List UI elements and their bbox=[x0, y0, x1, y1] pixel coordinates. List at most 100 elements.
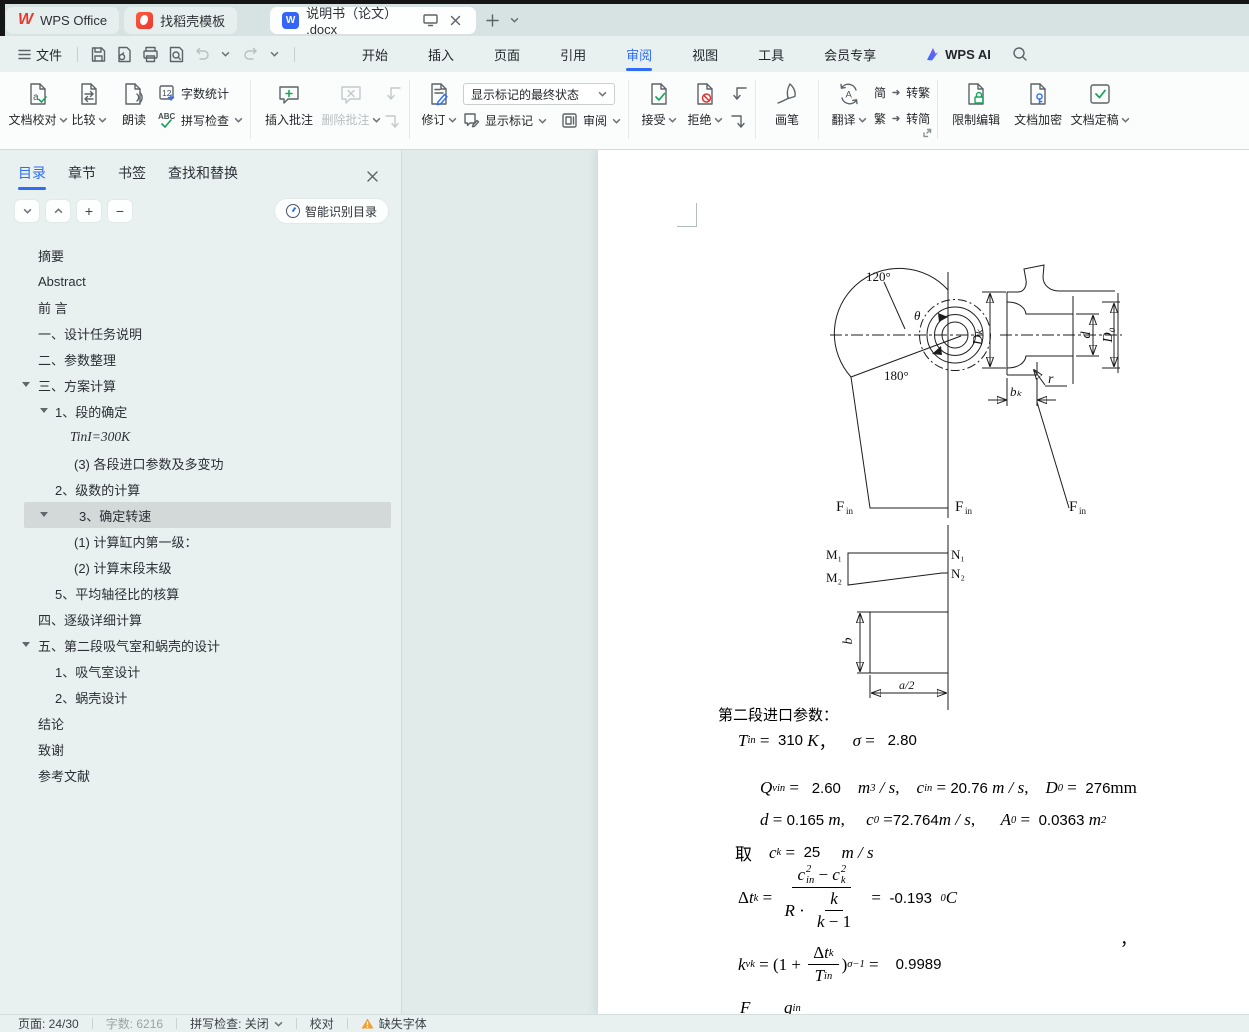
export-pdf-icon[interactable] bbox=[111, 42, 137, 66]
chevron-down-icon bbox=[1121, 117, 1129, 123]
chevron-down-icon[interactable] bbox=[274, 1021, 283, 1027]
formula-ck: 取 ck = 25 m / s bbox=[735, 842, 874, 865]
document-canvas[interactable]: 120° 180° θ F in F in Dₖ d D₀ bₖ r F in … bbox=[402, 150, 1249, 1014]
close-tab-icon[interactable] bbox=[446, 11, 464, 29]
toc-item[interactable]: (3) 各段进口参数及多变功 bbox=[0, 450, 401, 476]
toc-item[interactable]: 2、蜗壳设计 bbox=[0, 684, 401, 710]
accept-icon bbox=[651, 83, 667, 105]
tab-label: 找稻壳模板 bbox=[160, 13, 226, 29]
fig1-label-d: d bbox=[1079, 331, 1094, 339]
delete-comment-button[interactable]: 删除批注 bbox=[320, 74, 382, 128]
toc-item[interactable]: 1、吸气室设计 bbox=[0, 658, 401, 684]
search-icon[interactable] bbox=[1007, 41, 1033, 67]
expand-all-button[interactable] bbox=[14, 199, 40, 223]
encrypt-document-button[interactable]: 文档加密 bbox=[1007, 74, 1069, 128]
present-screen-icon[interactable] bbox=[421, 11, 439, 29]
to-traditional-button[interactable]: 简 转繁 bbox=[874, 84, 930, 101]
toc-item[interactable]: (2) 计算末段末级 bbox=[0, 554, 401, 580]
previous-revision-icon[interactable] bbox=[730, 86, 748, 101]
redo-dropdown-icon[interactable] bbox=[261, 42, 287, 66]
chevron-down-icon bbox=[538, 118, 547, 124]
next-revision-icon[interactable] bbox=[730, 114, 748, 129]
toc-item[interactable]: 2、级数的计算 bbox=[0, 476, 401, 502]
toc-item[interactable]: TinI=300K bbox=[0, 424, 401, 450]
finalize-document-button[interactable]: 文档定稿 bbox=[1069, 74, 1131, 128]
toc-item[interactable]: 四、逐级详细计算 bbox=[0, 606, 401, 632]
toc-item[interactable]: 五、第二段吸气室和蜗壳的设计 bbox=[0, 632, 401, 658]
reject-revision-button[interactable]: 拒绝 bbox=[682, 74, 728, 128]
sidebar-tab[interactable]: 章节 bbox=[68, 151, 96, 195]
doc-proofing-button[interactable]: a 文档校对 bbox=[9, 74, 67, 128]
next-comment-icon[interactable] bbox=[384, 114, 402, 129]
toc-item[interactable]: 3、确定转速 bbox=[24, 502, 391, 528]
collapse-arrow-icon[interactable] bbox=[22, 382, 30, 387]
toc-item[interactable]: 摘要 bbox=[0, 242, 401, 268]
accept-revision-button[interactable]: 接受 bbox=[636, 74, 682, 128]
track-changes-button[interactable]: 修订 bbox=[417, 74, 461, 128]
page-indicator[interactable]: 页面: 24/30 bbox=[18, 1015, 79, 1032]
toc-list: 摘要 Abstract 前 言 一、设计任务说明 二、参数整理 三、方案计算 1… bbox=[0, 234, 401, 1014]
collapse-arrow-icon[interactable] bbox=[22, 642, 30, 647]
print-icon[interactable] bbox=[137, 42, 163, 66]
tab-docer-templates[interactable]: 找稻壳模板 bbox=[124, 6, 238, 34]
wps-ai-button[interactable]: WPS AI bbox=[924, 46, 991, 62]
previous-comment-icon[interactable] bbox=[384, 86, 402, 101]
menu-tab[interactable]: 工具 bbox=[744, 36, 798, 73]
spell-check-button[interactable]: ABC 拼写检查 bbox=[158, 111, 243, 129]
collapse-arrow-icon[interactable] bbox=[40, 408, 48, 413]
toc-item[interactable]: (1) 计算缸内第一级： bbox=[0, 528, 401, 554]
tab-wps-home[interactable]: W WPS Office bbox=[6, 6, 120, 34]
toc-item[interactable]: 二、参数整理 bbox=[0, 346, 401, 372]
toc-item[interactable]: 一、设计任务说明 bbox=[0, 320, 401, 346]
toc-item[interactable]: 前 言 bbox=[0, 294, 401, 320]
sidebar-tab[interactable]: 书签 bbox=[118, 151, 146, 195]
toc-item[interactable]: 结论 bbox=[0, 710, 401, 736]
toc-item[interactable]: Abstract bbox=[0, 268, 401, 294]
tab-document[interactable]: W 说明书（论文） .docx bbox=[270, 6, 477, 37]
show-markup-button[interactable]: 显示标记 bbox=[463, 112, 547, 129]
review-pane-button[interactable]: 审阅 bbox=[561, 112, 621, 129]
undo-dropdown-icon[interactable] bbox=[212, 42, 238, 66]
restrict-editing-button[interactable]: 限制编辑 bbox=[945, 74, 1007, 128]
toc-item[interactable]: 致谢 bbox=[0, 736, 401, 762]
zoom-out-toc-button[interactable]: − bbox=[107, 199, 133, 223]
menu-tab[interactable]: 视图 bbox=[678, 36, 732, 73]
save-icon[interactable] bbox=[85, 42, 111, 66]
word-count-status[interactable]: 字数: 6216 bbox=[106, 1015, 163, 1032]
smart-toc-button[interactable]: 智能识别目录 bbox=[273, 198, 389, 224]
collapse-all-button[interactable] bbox=[45, 199, 71, 223]
read-aloud-icon bbox=[125, 83, 143, 105]
menu-tab[interactable]: 页面 bbox=[480, 36, 534, 73]
toc-item[interactable]: 参考文献 bbox=[0, 762, 401, 788]
missing-font-warning[interactable]: 缺失字体 bbox=[379, 1015, 427, 1032]
menu-tab[interactable]: 会员专享 bbox=[810, 36, 890, 73]
word-doc-icon: W bbox=[282, 11, 300, 29]
translate-button[interactable]: A 翻译 bbox=[826, 74, 872, 128]
sidebar-tab[interactable]: 查找和替换 bbox=[168, 151, 238, 195]
toc-item[interactable]: 1、段的确定 bbox=[0, 398, 401, 424]
print-preview-icon[interactable] bbox=[163, 42, 189, 66]
tab-list-dropdown-icon[interactable] bbox=[503, 9, 525, 31]
read-aloud-button[interactable]: 朗读 bbox=[112, 74, 156, 128]
menu-tab[interactable]: 插入 bbox=[414, 36, 468, 73]
svg-text:ABC: ABC bbox=[158, 112, 176, 121]
dialog-launcher-icon[interactable] bbox=[922, 125, 932, 143]
word-count-button[interactable]: 12 字数统计 bbox=[158, 84, 243, 102]
zoom-in-toc-button[interactable]: + bbox=[76, 199, 102, 223]
menu-tab[interactable]: 开始 bbox=[348, 36, 402, 73]
ink-brush-button[interactable]: 画笔 bbox=[763, 74, 811, 128]
spellcheck-status[interactable]: 拼写检查: 关闭 bbox=[190, 1015, 269, 1032]
compare-button[interactable]: 比较 bbox=[66, 74, 112, 128]
proofread-button[interactable]: 校对 bbox=[310, 1015, 334, 1032]
collapse-arrow-icon[interactable] bbox=[40, 512, 48, 517]
new-tab-button[interactable] bbox=[481, 9, 503, 31]
insert-comment-button[interactable]: 插入批注 bbox=[258, 74, 320, 128]
sidebar-tab[interactable]: 目录 bbox=[18, 151, 46, 195]
toc-item[interactable]: 三、方案计算 bbox=[0, 372, 401, 398]
menu-tab[interactable]: 引用 bbox=[546, 36, 600, 73]
menu-tab[interactable]: 审阅 bbox=[612, 36, 666, 73]
toc-item[interactable]: 5、平均轴径比的核算 bbox=[0, 580, 401, 606]
file-menu[interactable]: 文件 bbox=[10, 45, 70, 64]
markup-state-dropdown[interactable]: 显示标记的最终状态 bbox=[463, 83, 616, 105]
sidebar-close-icon[interactable] bbox=[366, 170, 379, 188]
